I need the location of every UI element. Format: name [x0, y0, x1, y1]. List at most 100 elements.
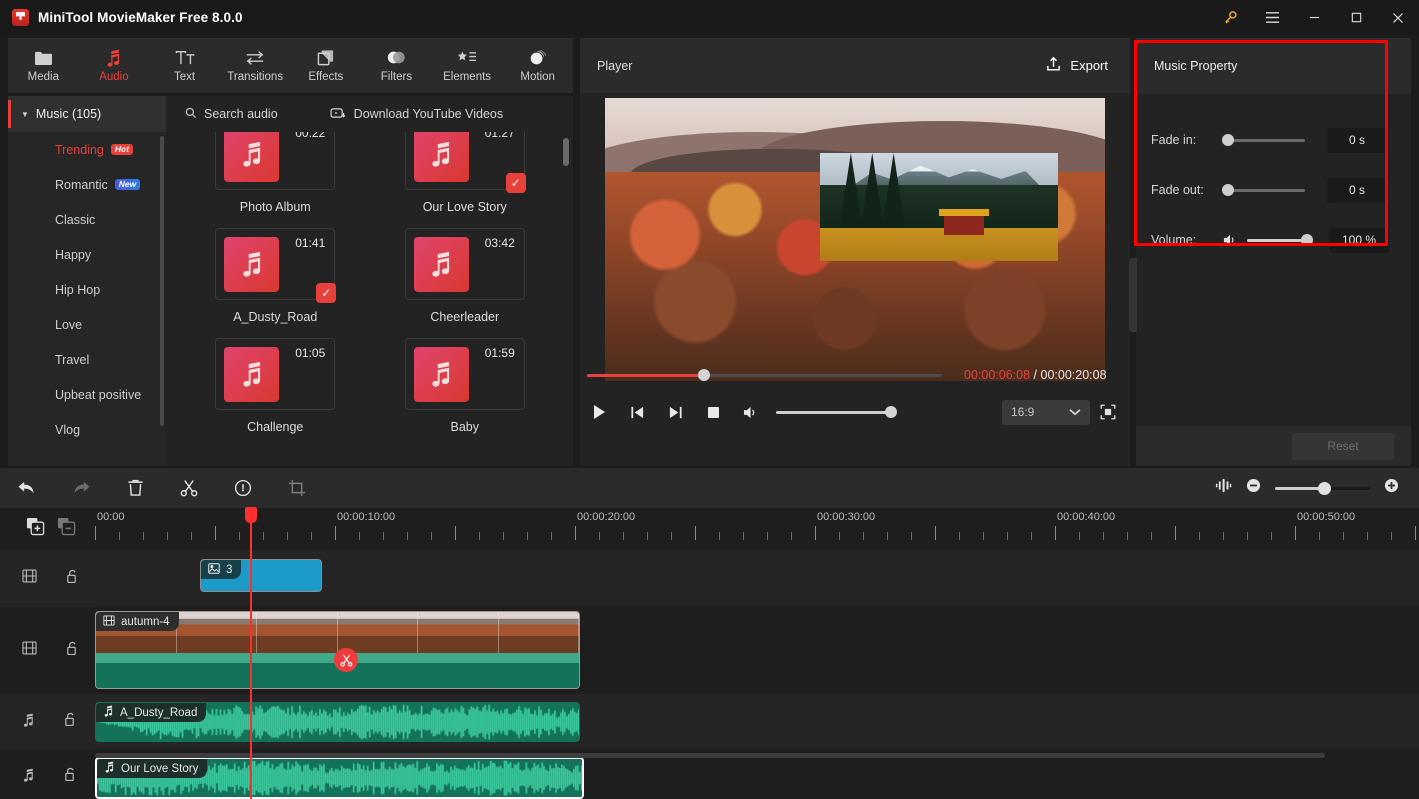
play-button[interactable]	[580, 394, 618, 430]
timeline-horizontal-scrollbar[interactable]	[95, 753, 1325, 758]
fullscreen-icon[interactable]	[1090, 394, 1126, 430]
zoom-in-icon[interactable]	[1384, 478, 1399, 498]
fit-timeline-icon[interactable]	[1215, 477, 1232, 499]
player-volume-slider[interactable]	[776, 406, 897, 418]
seek-slider[interactable]	[587, 369, 942, 381]
category-scrollbar[interactable]	[160, 136, 164, 426]
seek-handle[interactable]	[698, 369, 711, 381]
stop-button[interactable]	[694, 394, 732, 430]
player-volume-handle[interactable]	[885, 406, 897, 418]
zoom-out-icon[interactable]	[1246, 478, 1261, 498]
music-card-photo-album[interactable]: 00:22	[215, 132, 336, 190]
fade-out-value[interactable]: 0 s	[1327, 177, 1387, 203]
unlock-icon[interactable]	[63, 712, 76, 732]
search-input[interactable]: Search audio	[185, 107, 278, 122]
track-video-1[interactable]: 3	[95, 550, 1419, 606]
unlock-icon[interactable]	[65, 641, 78, 661]
music-grid-scrollbar[interactable]	[563, 138, 569, 166]
music-card-baby[interactable]: 01:59	[404, 338, 525, 410]
list-item[interactable]: 00:22 Photo Album	[181, 132, 370, 214]
list-item[interactable]: 03:42 Cheerleader	[371, 214, 560, 324]
unlock-icon[interactable]	[65, 569, 78, 589]
check-icon[interactable]: ✓	[316, 283, 337, 303]
tab-elements[interactable]: Elements	[432, 38, 503, 93]
sidebar-item-trending[interactable]: Trending Hot	[8, 132, 166, 167]
close-icon[interactable]	[1377, 0, 1419, 35]
sidebar-item-travel[interactable]: Travel	[8, 342, 166, 377]
track-header-audio-2[interactable]	[0, 749, 95, 799]
tab-motion[interactable]: Motion	[502, 38, 573, 93]
maximize-icon[interactable]	[1335, 0, 1377, 35]
previous-frame-button[interactable]	[618, 394, 656, 430]
sidebar-item-romantic[interactable]: Romantic New	[8, 167, 166, 202]
aspect-ratio-select[interactable]: 16:9	[1002, 399, 1090, 425]
split-marker-button[interactable]	[334, 648, 358, 672]
ruler-label: 00:00:20:00	[577, 511, 636, 523]
picture-in-picture-clip[interactable]	[820, 153, 1058, 261]
unlock-icon[interactable]	[63, 767, 76, 787]
tab-media[interactable]: Media	[8, 38, 79, 93]
music-card-a-dusty-road[interactable]: ✓ 01:41	[215, 228, 337, 303]
speed-gauge-icon[interactable]	[216, 468, 270, 508]
remove-track-icon[interactable]	[57, 517, 76, 541]
volume-button[interactable]	[732, 394, 770, 430]
tab-text[interactable]: Text	[149, 38, 220, 93]
minimize-icon[interactable]	[1293, 0, 1335, 35]
track-header-video-1[interactable]	[0, 550, 95, 606]
volume-slider[interactable]	[1247, 234, 1313, 246]
sidebar-item-vlog[interactable]: Vlog	[8, 412, 166, 447]
timeline-zoom-handle[interactable]	[1318, 481, 1332, 495]
sidebar-item-happy[interactable]: Happy	[8, 237, 166, 272]
reset-button[interactable]: Reset	[1292, 432, 1394, 460]
playhead-handle[interactable]	[245, 507, 257, 523]
volume-value[interactable]: 100 %	[1329, 227, 1389, 253]
track-header-audio-1[interactable]	[0, 694, 95, 749]
undo-button[interactable]	[0, 468, 54, 508]
timeline-clip-audio-dusty-road[interactable]: A_Dusty_Road	[95, 702, 580, 742]
music-note-icon: ✓	[413, 132, 526, 193]
next-frame-button[interactable]	[656, 394, 694, 430]
key-icon[interactable]	[1209, 0, 1251, 35]
playhead[interactable]	[245, 507, 257, 799]
timeline-clip-audio-our-love-story[interactable]: Our Love Story	[95, 757, 584, 799]
download-youtube-button[interactable]: Download YouTube Videos	[330, 107, 503, 122]
music-card-cheerleader[interactable]: 03:42	[404, 228, 525, 300]
track-header-video-2[interactable]	[0, 606, 95, 694]
music-name: A_Dusty_Road	[233, 310, 318, 324]
music-card-challenge[interactable]: 01:05	[215, 338, 336, 410]
fade-in-slider[interactable]	[1222, 134, 1305, 146]
tab-effects[interactable]: Effects	[291, 38, 362, 93]
category-header-music[interactable]: ▼ Music (105)	[8, 96, 166, 132]
list-item[interactable]: ✓ 01:27 Our Love Story	[371, 132, 560, 214]
fade-in-value[interactable]: 0 s	[1327, 127, 1387, 153]
crop-icon[interactable]	[270, 468, 324, 508]
track-video-2[interactable]: autumn-4	[95, 606, 1419, 694]
sidebar-item-love[interactable]: Love	[8, 307, 166, 342]
speaker-icon[interactable]	[1223, 233, 1238, 247]
music-card-our-love-story[interactable]: ✓ 01:27	[404, 132, 526, 193]
list-item[interactable]: 01:59 Baby	[371, 324, 560, 434]
timeline-clip-image[interactable]: 3	[200, 559, 322, 592]
sidebar-item-upbeat-positive[interactable]: Upbeat positive	[8, 377, 166, 412]
tab-filters[interactable]: Filters	[361, 38, 432, 93]
menu-icon[interactable]	[1251, 0, 1293, 35]
timeline-zoom-slider[interactable]	[1275, 481, 1370, 495]
timeline-ruler[interactable]: 00:00 00:00:10:00 00:00:20:00 00:00:30:0…	[95, 508, 1419, 550]
trash-icon[interactable]	[108, 468, 162, 508]
list-item[interactable]: 01:05 Challenge	[181, 324, 370, 434]
clip-label-badge: autumn-4	[96, 612, 179, 631]
check-icon[interactable]: ✓	[505, 173, 526, 193]
preview-canvas[interactable]	[605, 98, 1105, 381]
sidebar-item-hip-hop[interactable]: Hip Hop	[8, 272, 166, 307]
list-item[interactable]: ✓ 01:41 A_Dusty_Road	[181, 214, 370, 324]
fade-out-slider[interactable]	[1222, 184, 1305, 196]
tab-transitions[interactable]: Transitions	[220, 38, 291, 93]
tab-audio[interactable]: Audio	[79, 38, 150, 93]
sidebar-item-classic[interactable]: Classic	[8, 202, 166, 237]
redo-button[interactable]	[54, 468, 108, 508]
scissors-icon[interactable]	[162, 468, 216, 508]
ruler-label: 00:00	[97, 511, 125, 523]
add-track-icon[interactable]	[26, 517, 45, 541]
export-button[interactable]: Export	[1046, 56, 1108, 75]
track-audio-1[interactable]: A_Dusty_Road	[95, 694, 1419, 749]
